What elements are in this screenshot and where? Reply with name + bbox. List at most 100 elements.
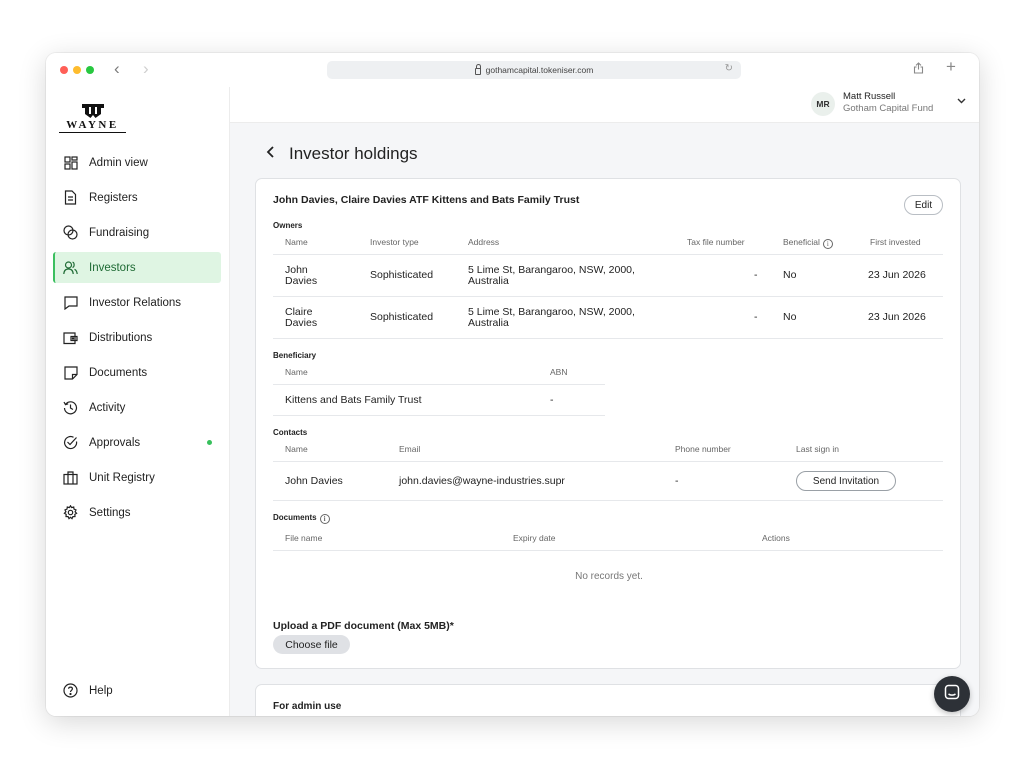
divider — [273, 415, 605, 416]
sidebar-item-label: Activity — [89, 401, 126, 414]
browser-window: ‹ › gothamcapital.tokeniser.com ↻ + WAYN… — [46, 53, 979, 716]
edit-button[interactable]: Edit — [904, 195, 943, 215]
document-icon — [63, 190, 78, 205]
gear-icon — [63, 505, 78, 520]
owner-tax-file-number: - — [754, 269, 758, 281]
sidebar: WAYNE Admin view Registers Fundraising I… — [46, 87, 230, 716]
wallet-icon — [63, 330, 78, 345]
documents-header-file-name: File name — [285, 533, 323, 543]
contact-phone: - — [675, 475, 679, 487]
user-fund[interactable]: Gotham Capital Fund — [843, 103, 933, 114]
owner-name-line2: Davies — [285, 275, 318, 287]
owners-header-beneficial-label: Beneficial — [783, 237, 820, 247]
maximize-window-button[interactable] — [86, 66, 94, 74]
minimize-window-button[interactable] — [73, 66, 81, 74]
logo-mark-icon — [81, 104, 104, 118]
notification-badge — [207, 440, 212, 445]
sidebar-item-label: Registers — [89, 191, 138, 204]
owner-address-line2: Australia — [468, 317, 509, 329]
documents-header-actions: Actions — [762, 533, 790, 543]
sidebar-item-investor-relations[interactable]: Investor Relations — [53, 287, 221, 318]
sidebar-item-activity[interactable]: Activity — [53, 392, 221, 423]
contacts-section-label: Contacts — [273, 428, 308, 437]
owner-tax-file-number: - — [754, 311, 758, 323]
owners-header-investor-type: Investor type — [370, 237, 419, 247]
owners-section-label: Owners — [273, 221, 303, 230]
send-invitation-button[interactable]: Send Invitation — [796, 471, 896, 491]
sidebar-item-unit-registry[interactable]: Unit Registry — [53, 462, 221, 493]
documents-label-text: Documents — [273, 513, 317, 522]
divider — [273, 254, 943, 255]
logo[interactable]: WAYNE — [59, 104, 126, 133]
info-icon[interactable]: i — [822, 239, 833, 249]
close-window-button[interactable] — [60, 66, 68, 74]
url-text: gothamcapital.tokeniser.com — [485, 65, 594, 75]
browser-toolbar: ‹ › gothamcapital.tokeniser.com ↻ + — [46, 53, 979, 87]
beneficiary-section-label: Beneficiary — [273, 351, 317, 360]
chat-launcher-button[interactable] — [934, 676, 970, 712]
beneficiary-header-name: Name — [285, 367, 308, 377]
documents-section-label: Documents i — [273, 513, 330, 524]
sidebar-item-settings[interactable]: Settings — [53, 497, 221, 528]
sidebar-item-label: Investors — [89, 261, 136, 274]
beneficiary-abn: - — [550, 394, 554, 406]
sidebar-item-label: Fundraising — [89, 226, 150, 239]
lock-icon — [474, 63, 481, 75]
contact-email: john.davies@wayne-industries.supr — [399, 475, 565, 487]
chevron-down-icon[interactable] — [957, 96, 966, 106]
avatar[interactable]: MR — [811, 92, 835, 116]
sidebar-item-label: Documents — [89, 366, 148, 379]
sidebar-item-label: Settings — [89, 506, 131, 519]
sidebar-item-fundraising[interactable]: Fundraising — [53, 217, 221, 248]
help-icon — [63, 683, 78, 698]
divider — [273, 296, 943, 297]
owners-header-beneficial: Beneficial i — [783, 237, 833, 249]
address-bar[interactable]: gothamcapital.tokeniser.com ↻ — [327, 61, 741, 79]
sidebar-item-label: Investor Relations — [89, 296, 182, 309]
browser-back-icon[interactable]: ‹ — [114, 60, 120, 78]
sidebar-item-label: Approvals — [89, 436, 141, 449]
sidebar-item-label: Admin view — [89, 156, 148, 169]
upload-label: Upload a PDF document (Max 5MB)* — [273, 620, 454, 632]
reload-icon[interactable]: ↻ — [725, 63, 733, 74]
info-icon[interactable]: i — [319, 514, 330, 524]
sidebar-item-registers[interactable]: Registers — [53, 182, 221, 213]
contacts-header-phone: Phone number — [675, 444, 731, 454]
beneficiary-name: Kittens and Bats Family Trust — [285, 394, 422, 406]
sidebar-item-label: Unit Registry — [89, 471, 155, 484]
holding-title: John Davies, Claire Davies ATF Kittens a… — [273, 194, 580, 206]
back-arrow-icon[interactable] — [266, 145, 275, 162]
documents-empty-state: No records yet. — [575, 571, 643, 582]
contacts-header-last-sign-in: Last sign in — [796, 444, 839, 454]
user-name[interactable]: Matt Russell — [843, 91, 895, 102]
owner-first-invested: 23 Jun 2026 — [868, 311, 926, 323]
contact-name: John Davies — [285, 475, 343, 487]
briefcase-icon — [63, 470, 78, 485]
sidebar-nav: Admin view Registers Fundraising Investo… — [53, 147, 221, 532]
owner-beneficial: No — [783, 269, 797, 281]
browser-forward-icon[interactable]: › — [143, 60, 149, 78]
note-icon — [63, 365, 78, 380]
sidebar-item-distributions[interactable]: Distributions — [53, 322, 221, 353]
check-circle-icon — [63, 435, 78, 450]
chat-bubble-icon — [944, 684, 960, 705]
top-bar: MR Matt Russell Gotham Capital Fund — [230, 87, 979, 123]
divider — [273, 550, 943, 551]
chat-icon — [63, 295, 78, 310]
sidebar-item-admin-view[interactable]: Admin view — [53, 147, 221, 178]
coins-icon — [63, 225, 78, 240]
sidebar-item-approvals[interactable]: Approvals — [53, 427, 221, 458]
sidebar-item-investors[interactable]: Investors — [53, 252, 221, 283]
help-link[interactable]: Help — [63, 683, 113, 698]
new-tab-icon[interactable]: + — [946, 58, 956, 76]
contacts-header-email: Email — [399, 444, 421, 454]
divider — [273, 500, 943, 501]
share-icon[interactable] — [913, 62, 924, 77]
users-icon — [63, 260, 78, 275]
admin-card: For admin use — [255, 684, 961, 716]
admin-card-title: For admin use — [273, 701, 342, 712]
sidebar-item-documents[interactable]: Documents — [53, 357, 221, 388]
choose-file-button[interactable]: Choose file — [273, 635, 350, 654]
dashboard-icon — [63, 155, 78, 170]
history-icon — [63, 400, 78, 415]
